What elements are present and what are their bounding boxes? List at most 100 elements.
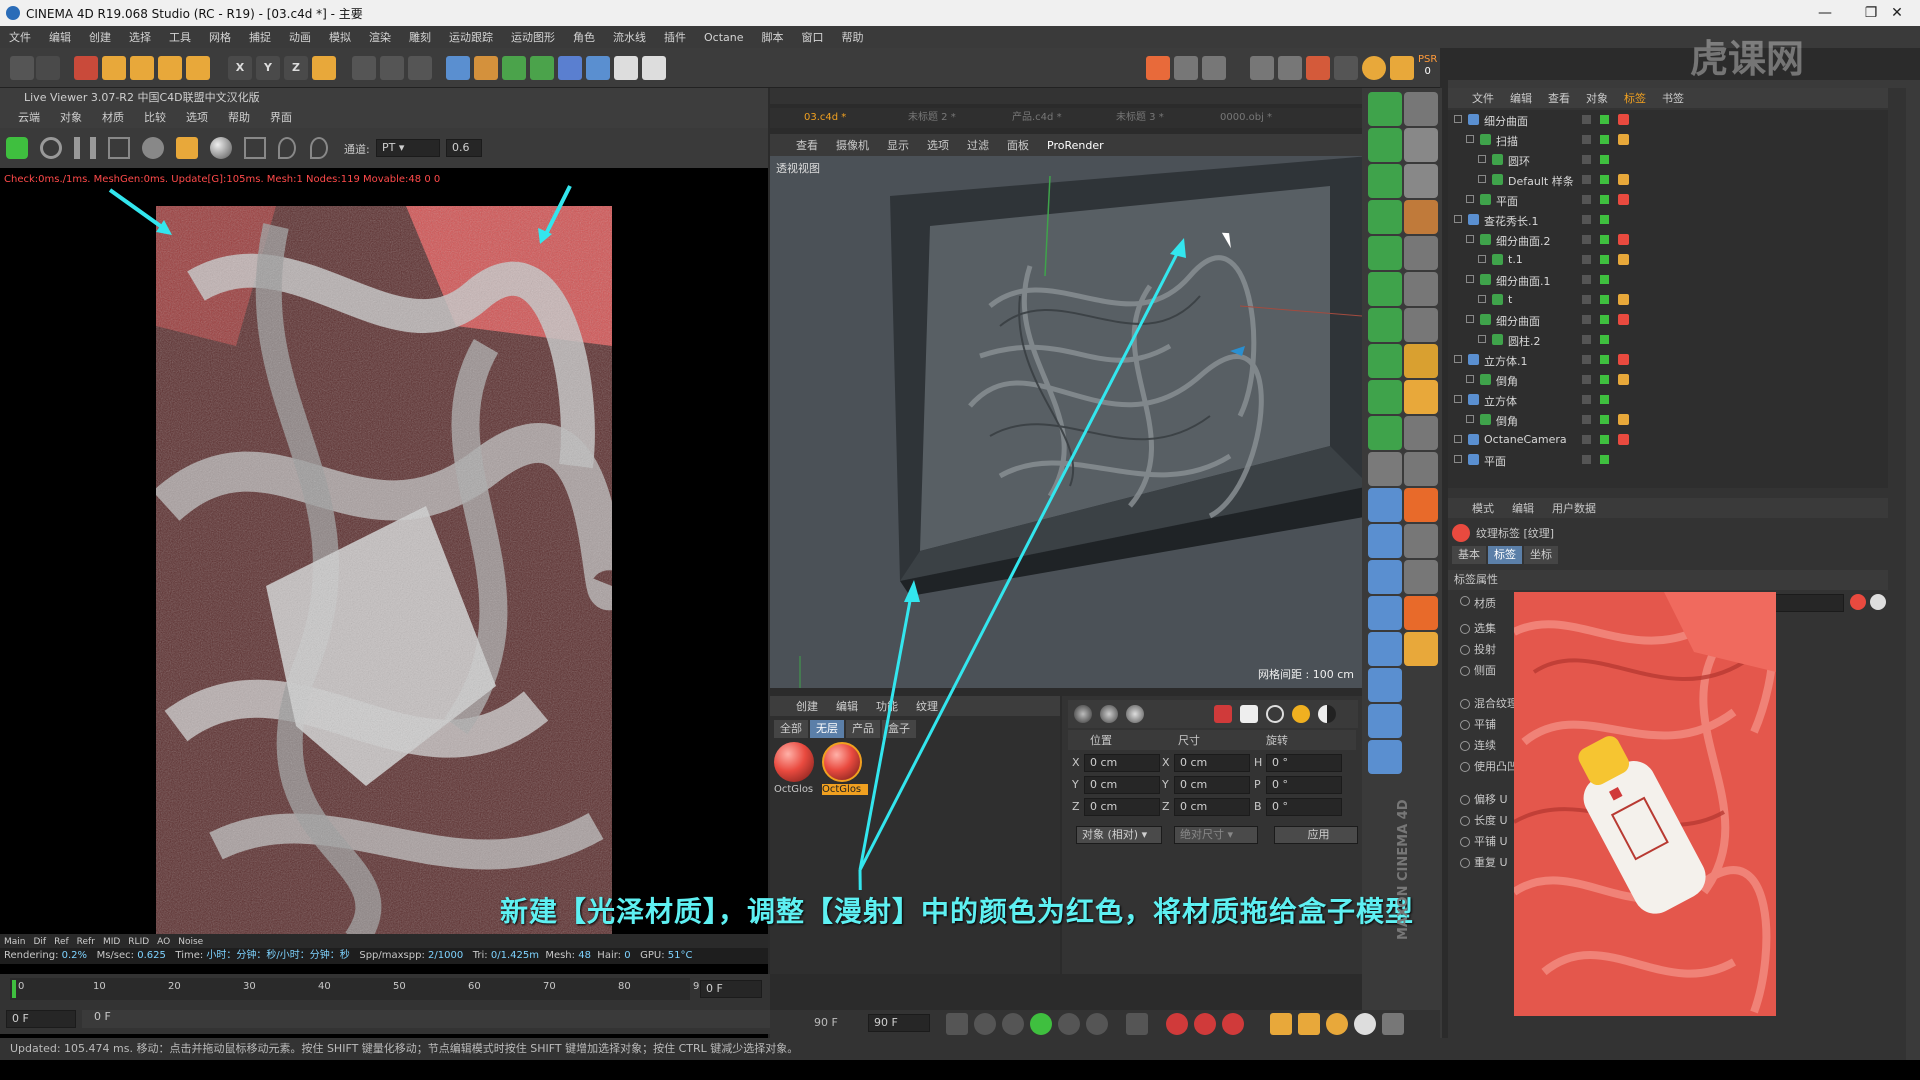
corner-icon[interactable] <box>1404 344 1438 378</box>
pin-icon[interactable] <box>278 137 296 159</box>
grid-icon[interactable] <box>1404 200 1438 234</box>
lv-menu-item[interactable]: 云端 <box>18 111 40 124</box>
region-icon[interactable] <box>108 137 130 159</box>
camera-icon[interactable] <box>614 56 638 80</box>
radio-icon[interactable] <box>1460 720 1470 730</box>
object-menu-item[interactable]: 对象 <box>1586 90 1608 106</box>
object-row[interactable]: 立方体.1 <box>1448 350 1888 370</box>
apply-button[interactable]: 应用 <box>1274 826 1358 844</box>
record-icon[interactable] <box>1214 705 1232 723</box>
lv-tab[interactable]: AO <box>157 937 170 947</box>
disc-icon[interactable] <box>1368 596 1402 630</box>
menu-item[interactable]: 雕刻 <box>400 29 440 45</box>
shade-sphere-icon[interactable] <box>1100 705 1118 723</box>
enable-check-icon[interactable] <box>1600 415 1609 424</box>
octane-tag-icon[interactable] <box>1334 56 1358 80</box>
visibility-check-icon[interactable] <box>1582 295 1591 304</box>
menu-item[interactable]: 运动图形 <box>502 29 564 45</box>
lv-tab[interactable]: Main <box>4 937 26 947</box>
radio-icon[interactable] <box>1460 624 1470 634</box>
move-key-icon[interactable] <box>1270 1013 1292 1035</box>
torus-icon[interactable] <box>1368 704 1402 738</box>
symmetry-icon[interactable] <box>1368 380 1402 414</box>
tag-icon[interactable] <box>1618 234 1629 245</box>
object-menu-item[interactable]: 文件 <box>1472 90 1494 106</box>
octane-obj-icon[interactable] <box>1306 56 1330 80</box>
expand-icon[interactable] <box>1466 375 1474 383</box>
lv-tab[interactable]: Refr <box>77 937 95 947</box>
enable-check-icon[interactable] <box>1600 395 1609 404</box>
subdivision-icon[interactable] <box>502 56 526 80</box>
axis-z-button[interactable]: Z <box>284 56 308 80</box>
array-icon[interactable] <box>530 56 554 80</box>
menu-item[interactable]: 工具 <box>160 29 200 45</box>
expand-icon[interactable] <box>1478 255 1486 263</box>
object-row[interactable]: Default 样条 <box>1448 170 1888 190</box>
go-end-icon[interactable] <box>1126 1013 1148 1035</box>
viewport-menu-item[interactable]: 过滤 <box>967 137 989 153</box>
enable-check-icon[interactable] <box>1600 435 1609 444</box>
object-row[interactable]: 平面 <box>1448 190 1888 210</box>
timeline-ruler[interactable]: 0102030405060708090 <box>10 978 706 1000</box>
object-menu-item[interactable]: 书签 <box>1662 90 1684 106</box>
visibility-check-icon[interactable] <box>1582 455 1591 464</box>
enable-check-icon[interactable] <box>1600 195 1609 204</box>
enable-check-icon[interactable] <box>1600 295 1609 304</box>
deformer-icon[interactable] <box>558 56 582 80</box>
radio-icon[interactable] <box>1460 666 1470 676</box>
menu-item[interactable]: 帮助 <box>833 29 873 45</box>
lv-tab[interactable]: Dif <box>34 937 47 947</box>
octane-logo-icon[interactable] <box>6 137 28 159</box>
render-picture-icon[interactable] <box>380 56 404 80</box>
render-settings-icon[interactable] <box>408 56 432 80</box>
attribute-menu-item[interactable]: 模式 <box>1472 500 1494 516</box>
render-view-icon[interactable] <box>352 56 376 80</box>
frame-icon[interactable] <box>244 137 266 159</box>
radio-icon[interactable] <box>1460 741 1470 751</box>
expand-icon[interactable] <box>1466 195 1474 203</box>
grid-mesh2-icon[interactable] <box>1404 560 1438 594</box>
enable-check-icon[interactable] <box>1600 315 1609 324</box>
coord-value-field[interactable]: 0 cm <box>1174 776 1250 794</box>
light-icon[interactable] <box>642 56 666 80</box>
radio-icon[interactable] <box>1460 858 1470 868</box>
attribute-tab[interactable]: 坐标 <box>1524 546 1558 564</box>
visibility-check-icon[interactable] <box>1582 135 1591 144</box>
radio-icon[interactable] <box>1460 837 1470 847</box>
lv-menu-item[interactable]: 比较 <box>144 111 166 124</box>
auto-key-icon[interactable] <box>1194 1013 1216 1035</box>
lv-tab[interactable]: MID <box>103 937 120 947</box>
anchor-icon[interactable] <box>1404 488 1438 522</box>
viewport-menu-item[interactable]: 显示 <box>887 137 909 153</box>
radio-icon[interactable] <box>1460 795 1470 805</box>
doc-tab[interactable]: 产品.c4d * <box>1006 108 1110 128</box>
undo-icon[interactable] <box>10 56 34 80</box>
object-menu-item[interactable]: 编辑 <box>1510 90 1532 106</box>
attribute-tab[interactable]: 标签 <box>1488 546 1522 564</box>
attribute-tab[interactable]: 基本 <box>1452 546 1486 564</box>
menu-item[interactable]: 流水线 <box>604 29 655 45</box>
visibility-check-icon[interactable] <box>1582 435 1591 444</box>
lock-icon[interactable] <box>176 137 198 159</box>
mograph-icon[interactable] <box>1368 416 1402 450</box>
loft-icon[interactable] <box>1368 236 1402 270</box>
select-tool-icon[interactable] <box>74 56 98 80</box>
menu-item[interactable]: 选择 <box>120 29 160 45</box>
sphere-icon[interactable] <box>210 137 232 159</box>
clear-link-icon[interactable] <box>1870 594 1886 610</box>
tag-icon[interactable] <box>1618 354 1629 365</box>
floor-icon[interactable] <box>586 56 610 80</box>
tag-icon[interactable] <box>1618 294 1629 305</box>
rotate-tool-icon[interactable] <box>158 56 182 80</box>
object-row[interactable]: 扫描 <box>1448 130 1888 150</box>
tag-icon[interactable] <box>1618 434 1629 445</box>
lv-menu-item[interactable]: 对象 <box>60 111 82 124</box>
visibility-check-icon[interactable] <box>1582 415 1591 424</box>
coord-value-field[interactable]: 0 cm <box>1174 798 1250 816</box>
expand-icon[interactable] <box>1478 335 1486 343</box>
visibility-check-icon[interactable] <box>1582 335 1591 344</box>
add-tool-icon[interactable] <box>186 56 210 80</box>
menu-item[interactable]: 脚本 <box>753 29 793 45</box>
expand-icon[interactable] <box>1454 355 1462 363</box>
octane-render-icon[interactable] <box>1146 56 1170 80</box>
